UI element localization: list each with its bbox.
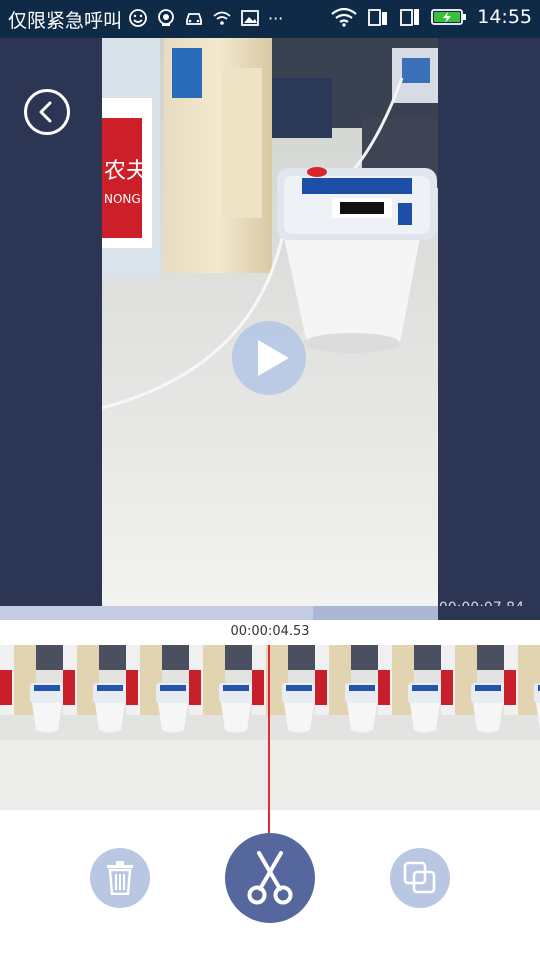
video-thumbnail [126,645,189,810]
scissors-icon [247,851,293,905]
progress-fill [0,606,313,620]
camera-notify-icon [158,9,174,26]
svg-text:农夫: 农夫 [104,159,148,184]
video-thumbnail [315,645,378,810]
playhead-marker[interactable] [268,645,270,835]
notification-icons: ··· [128,8,283,28]
back-arrow-icon [39,101,52,123]
sim1-signal-icon [368,9,388,26]
status-right: 14:55 [331,6,532,28]
play-button[interactable] [232,321,306,395]
wifi-small-icon [213,11,231,25]
back-button[interactable] [24,89,70,135]
video-thumbnail [63,645,126,810]
wifi-icon [331,7,357,27]
video-thumbnail [0,645,63,810]
battery-icon [431,9,467,25]
copy-icon [403,861,436,894]
status-bar: 仅限紧急呼叫 ··· 14:55 [0,0,540,38]
more-notifications: ··· [268,8,284,28]
video-thumbnail [189,645,252,810]
sim2-signal-icon [400,9,420,26]
smiley-icon [129,9,147,27]
delete-button[interactable] [90,848,150,908]
carrier-text: 仅限紧急呼叫 [8,10,123,32]
play-icon [258,340,289,376]
svg-text:NONGF: NONGF [104,192,148,206]
video-player[interactable]: 农夫 NONGF 00:00:07.84 [0,38,540,616]
progress-buffered [313,606,438,620]
progress-bar[interactable] [0,606,540,620]
copy-button[interactable] [390,848,450,908]
cut-button[interactable] [225,833,315,923]
thumbnail-strip[interactable] [0,645,540,810]
image-icon [241,10,259,26]
clock: 14:55 [477,6,532,28]
trash-icon [107,861,133,895]
car-icon [186,13,202,25]
video-thumbnail [252,645,315,810]
video-thumbnail [378,645,441,810]
current-time: 00:00:04.53 [230,624,310,639]
video-thumbnail [441,645,504,810]
video-thumbnail [504,645,540,810]
